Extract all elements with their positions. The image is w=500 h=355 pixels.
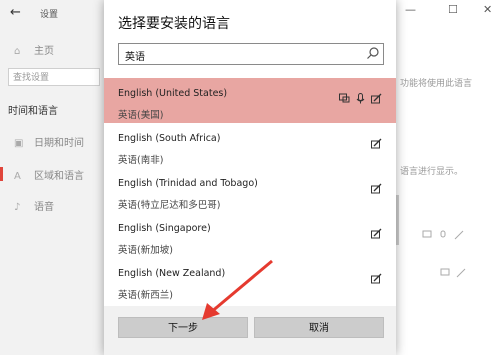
minimize-button[interactable]: — bbox=[405, 3, 416, 16]
language-name: English (United States) bbox=[118, 88, 228, 99]
nav-home-label: 主页 bbox=[34, 46, 54, 57]
section-header: 时间和语言 bbox=[8, 106, 58, 117]
home-icon: ⌂ bbox=[14, 46, 21, 57]
settings-title: 设置 bbox=[40, 10, 59, 20]
handwriting-icon bbox=[371, 179, 382, 198]
language-native-name: 英语(美国) bbox=[118, 110, 164, 121]
language-name: English (Trinidad and Tobago) bbox=[118, 178, 258, 189]
nav-date-time[interactable]: ▣ 日期和时间 bbox=[14, 134, 84, 149]
bg-feature-icons-2 bbox=[440, 268, 466, 278]
nav-region-language-label: 区域和语言 bbox=[34, 171, 84, 182]
handwriting-icon bbox=[456, 268, 466, 278]
speech-icon bbox=[355, 89, 366, 108]
language-feature-icons bbox=[371, 134, 382, 153]
search-icon[interactable] bbox=[366, 46, 380, 60]
scrollbar[interactable] bbox=[396, 195, 399, 245]
handwriting-icon bbox=[371, 134, 382, 153]
display-language-icon bbox=[339, 89, 350, 108]
language-native-name: 英语(特立尼达和多巴哥) bbox=[118, 200, 221, 211]
nav-home[interactable]: ⌂ 主页 bbox=[14, 42, 54, 57]
partial-text-1: 功能将使用此语言 bbox=[400, 79, 473, 89]
language-feature-icons bbox=[371, 269, 382, 288]
bg-feature-icons-1 bbox=[422, 230, 464, 240]
display-language-icon bbox=[422, 230, 432, 238]
partial-text-2: 语言进行显示。 bbox=[400, 167, 464, 177]
cancel-button[interactable]: 取消 bbox=[254, 317, 384, 338]
language-list-item[interactable]: English (South Africa) 英语(南非) bbox=[104, 123, 396, 168]
language-feature-icons bbox=[371, 179, 382, 198]
language-search-input[interactable]: 英语 bbox=[118, 43, 384, 65]
nav-date-time-label: 日期和时间 bbox=[34, 138, 84, 149]
language-name: English (Singapore) bbox=[118, 223, 211, 234]
maximize-button[interactable]: ☐ bbox=[448, 3, 458, 16]
language-list-item[interactable]: English (Singapore) 英语(新加坡) bbox=[104, 213, 396, 258]
dialog-title: 选择要安装的语言 bbox=[118, 16, 230, 32]
back-arrow-icon[interactable]: ← bbox=[10, 5, 21, 20]
active-indicator bbox=[0, 167, 3, 181]
language-feature-icons bbox=[339, 89, 382, 108]
language-native-name: 英语(新加坡) bbox=[118, 245, 173, 256]
language-name: English (New Zealand) bbox=[118, 268, 226, 279]
language-icon: A bbox=[14, 171, 21, 182]
handwriting-icon bbox=[371, 224, 382, 243]
language-list[interactable]: English (United States) 英语(美国) English (So… bbox=[104, 78, 396, 318]
dialog-footer: 下一步 取消 bbox=[104, 306, 396, 355]
language-dialog: 选择要安装的语言 英语 English (United States) 英语(美国… bbox=[104, 0, 396, 355]
language-list-item[interactable]: English (New Zealand) 英语(新西兰) bbox=[104, 258, 396, 303]
search-value: 英语 bbox=[125, 52, 145, 63]
nav-speech-label: 语音 bbox=[34, 202, 54, 213]
handwriting-icon bbox=[454, 230, 464, 240]
microphone-icon: ♪ bbox=[14, 202, 21, 213]
next-button[interactable]: 下一步 bbox=[118, 317, 248, 338]
close-button[interactable]: ✕ bbox=[483, 3, 492, 16]
language-list-item[interactable]: English (United States) 英语(美国) bbox=[104, 78, 396, 123]
nav-speech[interactable]: ♪ 语音 bbox=[14, 198, 54, 213]
display-language-icon bbox=[440, 268, 450, 276]
language-native-name: 英语(南非) bbox=[118, 155, 164, 166]
handwriting-icon bbox=[371, 89, 382, 108]
settings-right-pane bbox=[396, 0, 500, 355]
language-feature-icons bbox=[371, 224, 382, 243]
language-list-item[interactable]: English (Trinidad and Tobago) 英语(特立尼达和多巴哥… bbox=[104, 168, 396, 213]
language-name: English (South Africa) bbox=[118, 133, 221, 144]
handwriting-icon bbox=[371, 269, 382, 288]
language-native-name: 英语(新西兰) bbox=[118, 290, 173, 301]
calendar-icon: ▣ bbox=[14, 138, 24, 149]
settings-search-input[interactable]: 查找设置 bbox=[8, 68, 100, 86]
nav-region-language[interactable]: A 区域和语言 bbox=[14, 167, 84, 182]
speech-icon bbox=[440, 230, 446, 238]
